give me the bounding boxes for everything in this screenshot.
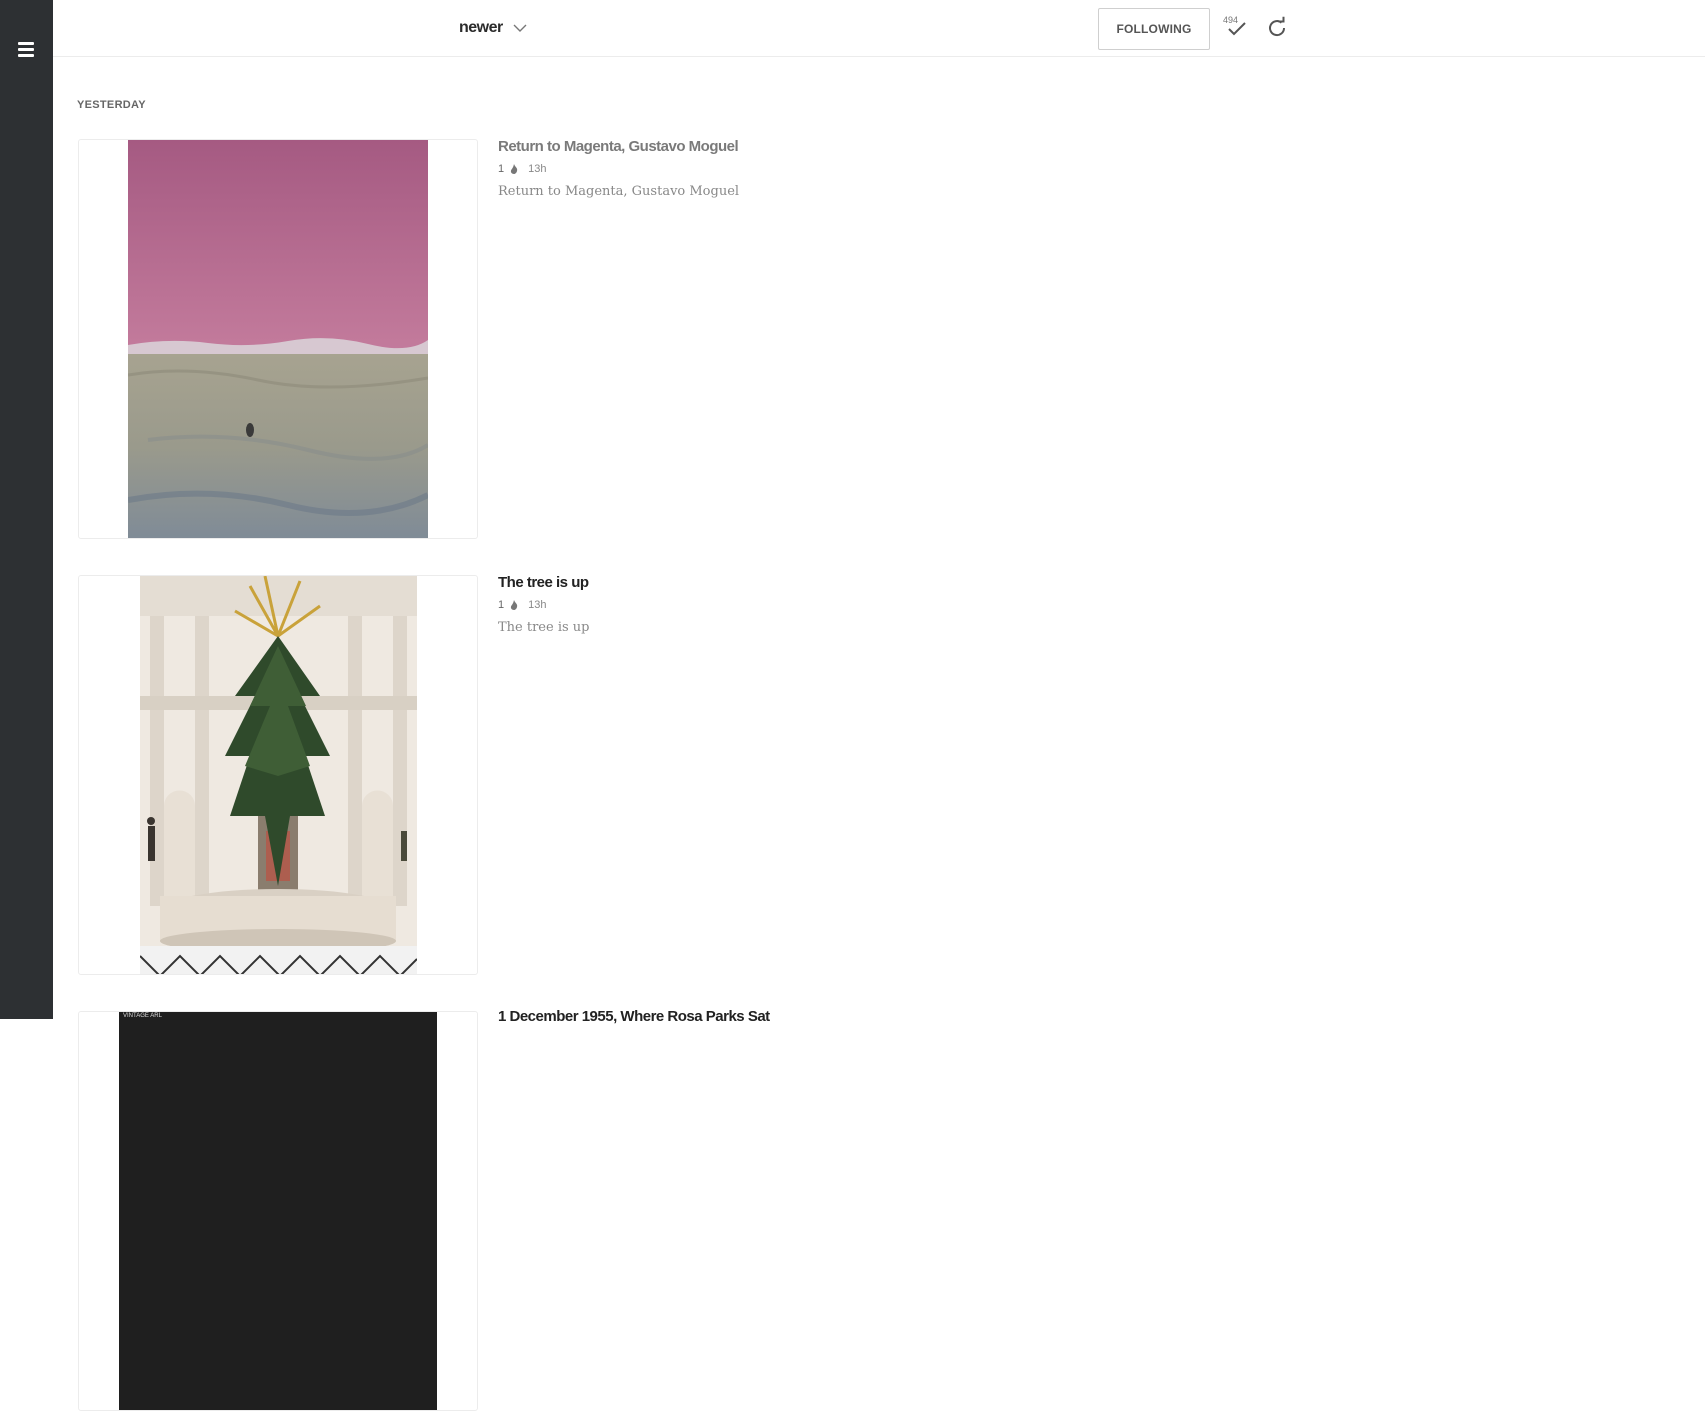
entry-meta: 1 13h	[498, 599, 1098, 611]
magenta-landscape-image	[128, 140, 428, 538]
entry-age: 13h	[528, 163, 547, 175]
engagement-count: 1	[498, 163, 505, 175]
rosa-parks-image: VINTAGE ARL	[119, 1012, 437, 1410]
hamburger-icon[interactable]	[16, 40, 37, 58]
refresh-icon	[1269, 16, 1286, 37]
sidebar	[0, 0, 53, 1019]
following-button[interactable]: FOLLOWING	[1098, 8, 1210, 50]
flame-icon	[511, 164, 518, 174]
section-label-yesterday: YESTERDAY	[77, 99, 146, 111]
entry-thumbnail-rosa-parks[interactable]: VINTAGE ARL	[78, 1011, 478, 1411]
toolbar: newer FOLLOWING 494	[53, 0, 1705, 57]
sort-label: newer	[459, 19, 503, 36]
entry-thumbnail-tree[interactable]	[78, 575, 478, 975]
entry-content: Return to Magenta, Gustavo Moguel 1 13h …	[498, 138, 1098, 199]
chevron-down-icon	[513, 24, 527, 32]
entry-content: 1 December 1955, Where Rosa Parks Sat	[498, 1008, 1098, 1025]
entry-summary: The tree is up	[498, 620, 590, 635]
thumbnail-caption: VINTAGE ARL	[123, 1013, 162, 1019]
entry-age: 13h	[528, 599, 547, 611]
engagement-count: 1	[498, 599, 505, 611]
entry-thumbnail-magenta[interactable]	[78, 139, 478, 539]
mark-all-read-button[interactable]: 494	[1218, 12, 1254, 46]
flame-icon	[511, 600, 518, 610]
checkmark-icon	[1228, 22, 1246, 36]
sort-dropdown[interactable]: newer	[459, 16, 527, 40]
entry-title[interactable]: 1 December 1955, Where Rosa Parks Sat	[498, 1008, 1098, 1025]
entry-meta: 1 13h	[498, 163, 1098, 175]
entry-title[interactable]: Return to Magenta, Gustavo Moguel	[498, 138, 1098, 155]
entry-content: The tree is up 1 13h The tree is up	[498, 574, 1098, 635]
entry-title[interactable]: The tree is up	[498, 574, 1098, 591]
refresh-button[interactable]	[1265, 16, 1289, 40]
tree-rotunda-image	[140, 576, 417, 974]
entry-summary: Return to Magenta, Gustavo Moguel	[498, 184, 740, 199]
